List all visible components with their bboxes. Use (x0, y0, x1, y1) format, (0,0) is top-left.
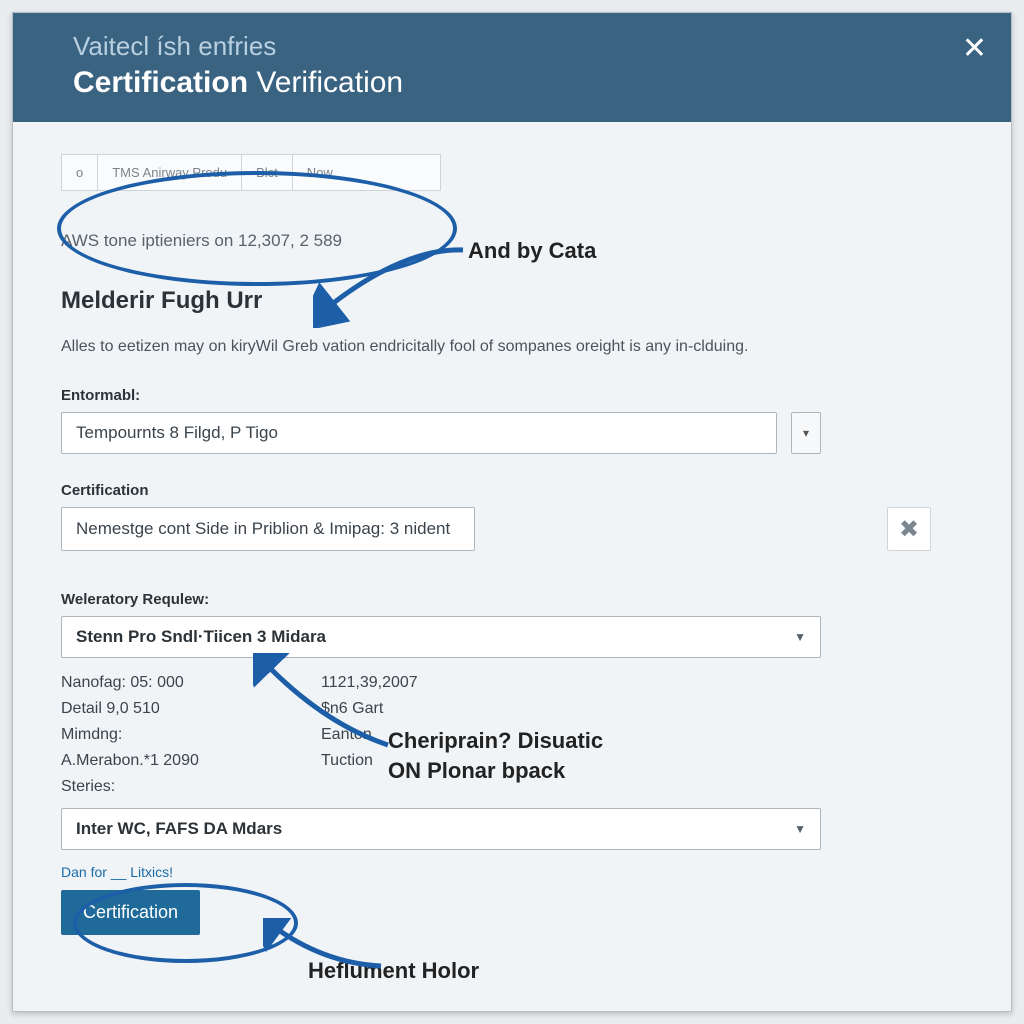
select2-value: Inter WC, FAFS DA Mdars (76, 819, 282, 839)
tab-item-2[interactable]: Blct (242, 155, 293, 190)
select1[interactable]: Stenn Pro Sndl·Tiicen 3 Midara ▼ (61, 616, 821, 658)
dialog-body: o TMS Anirway Produ Blct Now AWS tone ip… (13, 122, 1011, 983)
detail-label: A.Merabon.*1 2090 (61, 752, 321, 770)
tab-strip: o TMS Anirway Produ Blct Now (61, 154, 441, 191)
certification-button[interactable]: Certification (61, 890, 200, 935)
detail-value: Eanton (321, 726, 372, 744)
details-grid: Nanofag: 05: 0001121,39,2007 Detail 9,0 … (61, 670, 821, 800)
titlebar: Vaitecl ísh enfries Certification Verifi… (13, 13, 1011, 122)
field2-label: Certification (61, 482, 963, 499)
select1-value: Stenn Pro Sndl·Tiicen 3 Midara (76, 627, 326, 647)
tab-item-3[interactable]: Now (293, 155, 347, 190)
detail-value: 1121,39,2007 (321, 674, 418, 692)
detail-row: Nanofag: 05: 0001121,39,2007 (61, 670, 821, 696)
subtitle: Vaitecl ísh enfries (73, 31, 951, 62)
help-link[interactable]: Dan for __ Litxics! (61, 864, 963, 880)
detail-value: $n6 Gart (321, 700, 383, 718)
title: Certification Verification (73, 66, 951, 100)
title-bold: Certification (73, 66, 248, 99)
close-icon[interactable]: ✕ (962, 31, 987, 66)
detail-label: Nanofag: 05: 000 (61, 674, 321, 692)
section-heading: Melderir Fugh Urr (61, 287, 963, 315)
detail-row: A.Merabon.*1 2090Tuction (61, 748, 821, 774)
select1-label: Weleratory Requlew: (61, 591, 963, 608)
title-rest: Verification (248, 66, 403, 99)
field2-input[interactable] (61, 507, 475, 551)
dialog-window: Vaitecl ísh enfries Certification Verifi… (12, 12, 1012, 1012)
remove-button[interactable]: ✖ (887, 507, 931, 551)
tab-item-0[interactable]: o (62, 155, 98, 190)
chevron-down-icon: ▾ (803, 426, 809, 440)
field1-label: Entormabl: (61, 387, 963, 404)
description: Alles to eetizen may on kiryWil Greb vat… (61, 335, 963, 359)
select2[interactable]: Inter WC, FAFS DA Mdars ▼ (61, 808, 821, 850)
field1-dropdown-toggle[interactable]: ▾ (791, 412, 821, 454)
field1-input[interactable] (61, 412, 777, 454)
detail-label: Mimdng: (61, 726, 321, 744)
field2-row: ✖ (61, 507, 931, 551)
detail-row: Detail 9,0 510$n6 Gart (61, 696, 821, 722)
chevron-down-icon: ▼ (794, 822, 806, 836)
detail-label: Detail 9,0 510 (61, 700, 321, 718)
detail-label: Steries: (61, 778, 321, 796)
detail-value: Tuction (321, 752, 373, 770)
chevron-down-icon: ▼ (794, 630, 806, 644)
tab-item-1[interactable]: TMS Anirway Produ (98, 155, 242, 190)
detail-row: Steries: (61, 774, 821, 800)
info-line: AWS tone iptieniers on 12,307, 2 589 (61, 231, 963, 251)
field1-row: ▾ (61, 412, 821, 454)
detail-row: Mimdng:Eanton (61, 722, 821, 748)
close-icon: ✖ (899, 515, 919, 544)
